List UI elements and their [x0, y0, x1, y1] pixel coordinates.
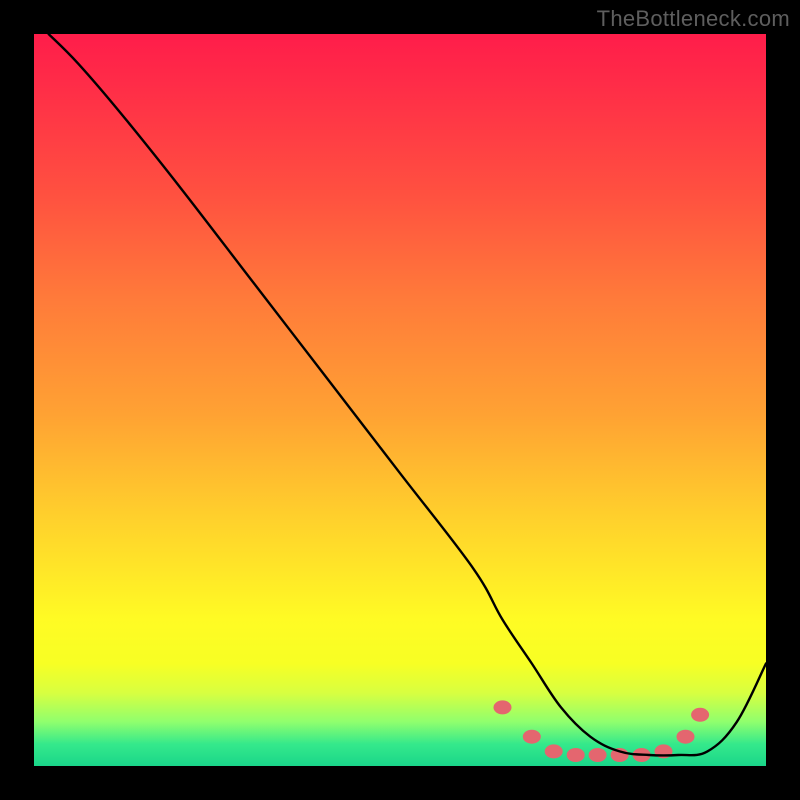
curve-marker [545, 744, 563, 758]
markers-group [494, 700, 710, 762]
curve-marker [567, 748, 585, 762]
curve-marker [677, 730, 695, 744]
chart-svg [34, 34, 766, 766]
bottleneck-curve [49, 34, 766, 756]
curve-marker [691, 708, 709, 722]
plot-area [34, 34, 766, 766]
curve-marker [523, 730, 541, 744]
watermark-text: TheBottleneck.com [597, 6, 790, 32]
curve-marker [589, 748, 607, 762]
curve-marker [494, 700, 512, 714]
chart-frame: TheBottleneck.com [0, 0, 800, 800]
